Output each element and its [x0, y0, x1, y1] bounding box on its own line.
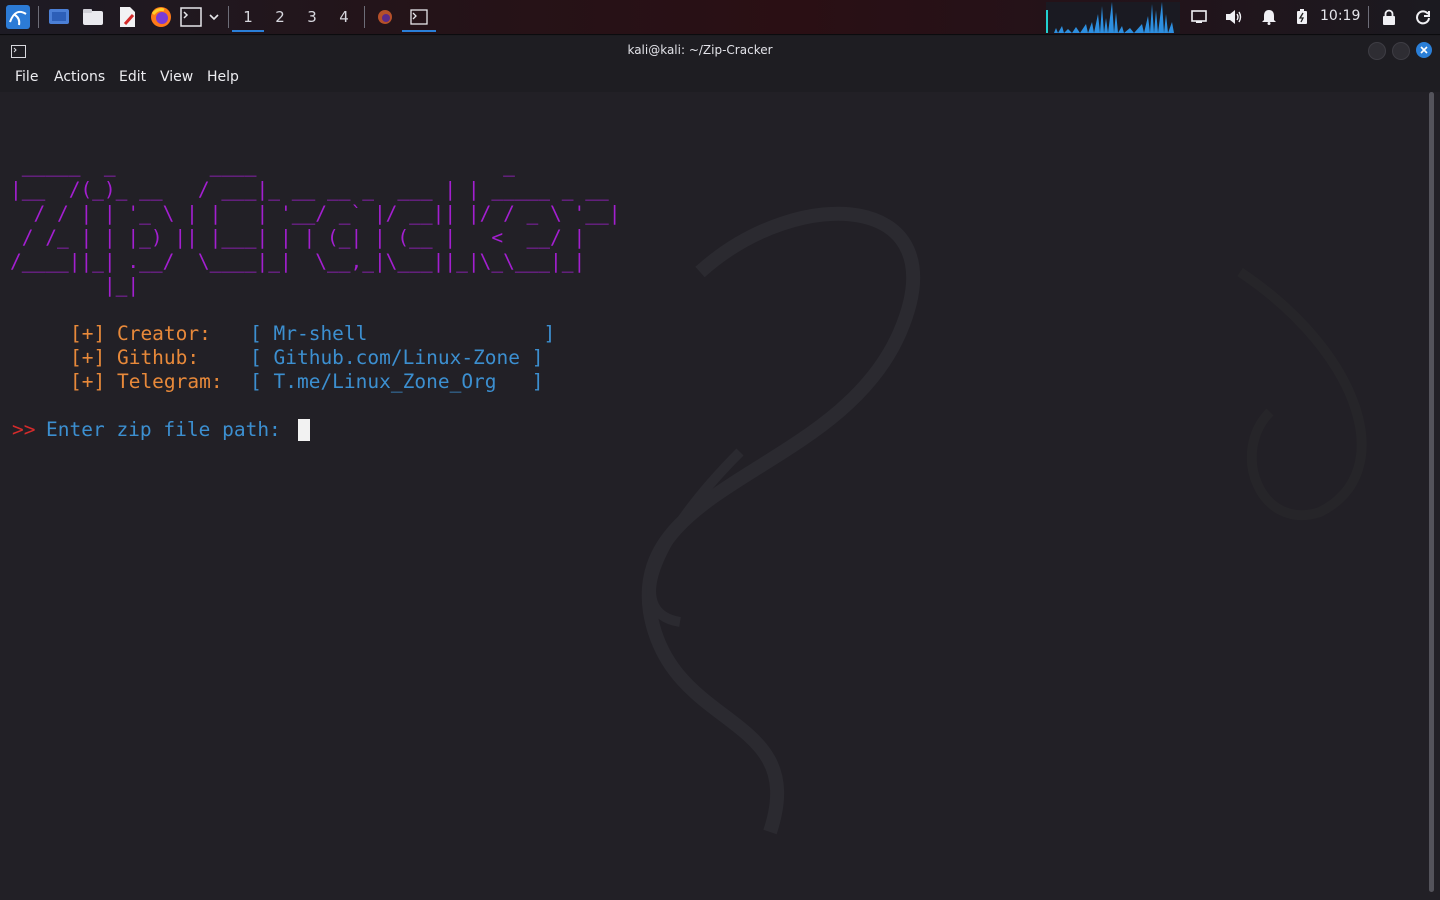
- files-icon[interactable]: [80, 4, 106, 30]
- close-icon: [1420, 46, 1428, 54]
- window-title: kali@kali: ~/Zip-Cracker: [627, 43, 773, 57]
- github-value: [ Github.com/Linux-Zone ]: [250, 346, 544, 369]
- lock-icon[interactable]: [1378, 4, 1400, 30]
- text-editor-icon[interactable]: [114, 4, 140, 30]
- bell-icon[interactable]: [1258, 4, 1280, 30]
- clock[interactable]: 10:19: [1320, 8, 1360, 24]
- close-button[interactable]: [1416, 42, 1432, 58]
- creator-value: [ Mr-shell ]: [250, 322, 556, 345]
- maximize-button[interactable]: [1392, 42, 1410, 60]
- scrollbar-thumb[interactable]: [1429, 92, 1434, 892]
- firefox-icon[interactable]: [148, 4, 174, 30]
- top-panel: 1 2 3 4 10:19: [0, 0, 1440, 35]
- menu-file[interactable]: File: [15, 69, 38, 85]
- terminal-icon[interactable]: [178, 4, 204, 30]
- workspace-3[interactable]: 3: [296, 4, 328, 30]
- workspace-1[interactable]: 1: [232, 4, 264, 32]
- telegram-label: [+] Telegram:: [70, 370, 223, 393]
- terminal-task-icon[interactable]: [402, 4, 436, 32]
- title-bar[interactable]: kali@kali: ~/Zip-Cracker: [0, 36, 1440, 64]
- banner-line-3: / / | | '_ \ | | | '__/ _` |/ __|| |/ / …: [10, 202, 621, 225]
- menu-view[interactable]: View: [160, 69, 193, 85]
- chevron-down-icon[interactable]: [205, 4, 223, 30]
- workspace-2[interactable]: 2: [264, 4, 296, 30]
- text-cursor: [298, 419, 310, 441]
- battery-icon[interactable]: [1292, 4, 1312, 30]
- display-icon[interactable]: [1188, 4, 1210, 30]
- prompt-text: Enter zip file path:: [46, 418, 281, 441]
- terminal-output[interactable]: _____ _ ____ _ |__ /(_)_ __ / ___|_ __ _…: [0, 92, 1426, 900]
- menu-edit[interactable]: Edit: [119, 69, 146, 85]
- telegram-value: [ T.me/Linux_Zone_Org ]: [250, 370, 544, 393]
- terminal-window: kali@kali: ~/Zip-Cracker File Actions Ed…: [0, 36, 1440, 900]
- volume-icon[interactable]: [1222, 4, 1246, 30]
- banner-line-5: /____||_| .__/ \____|_| \__,_|\___||_|\_…: [10, 250, 586, 273]
- github-label: [+] Github:: [70, 346, 200, 369]
- desktop-icon[interactable]: [46, 4, 72, 30]
- creator-label: [+] Creator:: [70, 322, 211, 345]
- menu-actions[interactable]: Actions: [54, 69, 105, 85]
- menu-help[interactable]: Help: [207, 69, 239, 85]
- prompt-marker: >>: [12, 418, 36, 441]
- banner-line-1: _____ _ ____ _: [10, 154, 515, 177]
- menu-bar: File Actions Edit View Help: [0, 64, 1440, 92]
- kali-dragon-watermark: [641, 206, 1367, 835]
- workspace-4[interactable]: 4: [328, 4, 360, 30]
- banner-line-6: |_|: [10, 274, 140, 297]
- scrollbar[interactable]: [1429, 92, 1434, 892]
- banner-line-4: / /_ | | |_) || |___| | | (_| | (__ | < …: [10, 226, 586, 249]
- kali-menu-icon[interactable]: [4, 4, 32, 30]
- firefox-task-icon[interactable]: [372, 4, 398, 30]
- cpu-graph-icon[interactable]: [1046, 2, 1180, 33]
- banner-line-2: |__ /(_)_ __ / ___|_ __ __ _ ___ | | ___…: [10, 178, 609, 201]
- power-icon[interactable]: [1412, 4, 1434, 30]
- minimize-button[interactable]: [1368, 42, 1386, 60]
